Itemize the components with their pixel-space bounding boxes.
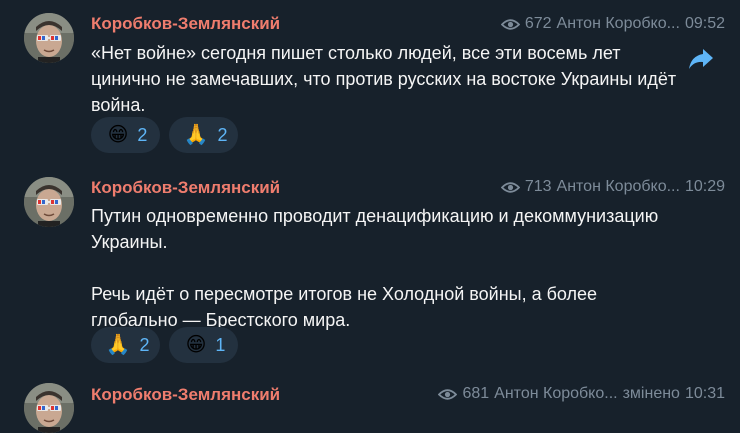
message-meta: 713 Антон Коробко... 10:29 [501, 178, 725, 196]
message-time: 09:52 [684, 15, 725, 32]
reaction-count: 2 [137, 124, 148, 145]
signature: Антон Коробко... [556, 178, 680, 195]
reaction-pray[interactable]: 🙏 2 [169, 117, 238, 153]
eye-icon [438, 388, 457, 401]
reaction-pray[interactable]: 🙏 2 [91, 327, 160, 363]
reactions: 🙏 2 😁 1 [91, 327, 238, 363]
author-name[interactable]: Коробков-Землянский [91, 14, 280, 34]
reaction-grin[interactable]: 😁 1 [169, 327, 238, 363]
eye-icon [501, 18, 520, 31]
reaction-count: 2 [139, 334, 150, 355]
message-time: 10:31 [684, 385, 725, 402]
signature: Антон Коробко... [556, 15, 680, 32]
views-count: 672 [524, 15, 552, 32]
reaction-count: 2 [217, 124, 228, 145]
grin-emoji-icon: 😁 [107, 124, 129, 146]
views-count: 681 [462, 385, 490, 402]
pray-emoji-icon: 🙏 [105, 334, 131, 356]
avatar[interactable] [24, 177, 74, 227]
reactions: 😁 2 🙏 2 [91, 117, 238, 153]
reaction-count: 1 [215, 334, 226, 355]
message-time: 10:29 [684, 178, 725, 195]
grin-emoji-icon: 😁 [185, 334, 207, 356]
reaction-grin[interactable]: 😁 2 [91, 117, 160, 153]
avatar[interactable] [24, 13, 74, 63]
message-meta: 681 Антон Коробко... змінено 10:31 [438, 385, 725, 403]
message-meta: 672 Антон Коробко... 09:52 [501, 15, 725, 33]
pray-emoji-icon: 🙏 [183, 124, 209, 146]
views-count: 713 [524, 178, 552, 195]
message-text: «Нет войне» сегодня пишет столько людей,… [91, 43, 682, 115]
signature: Антон Коробко... [494, 385, 618, 402]
avatar[interactable] [24, 383, 74, 433]
message-text: Путин одновременно проводит денацификаци… [91, 206, 659, 330]
share-arrow-icon[interactable] [688, 48, 714, 70]
eye-icon [501, 181, 520, 194]
edited-label: змінено [622, 385, 680, 402]
author-name[interactable]: Коробков-Землянский [91, 385, 280, 405]
author-name[interactable]: Коробков-Землянский [91, 178, 280, 198]
